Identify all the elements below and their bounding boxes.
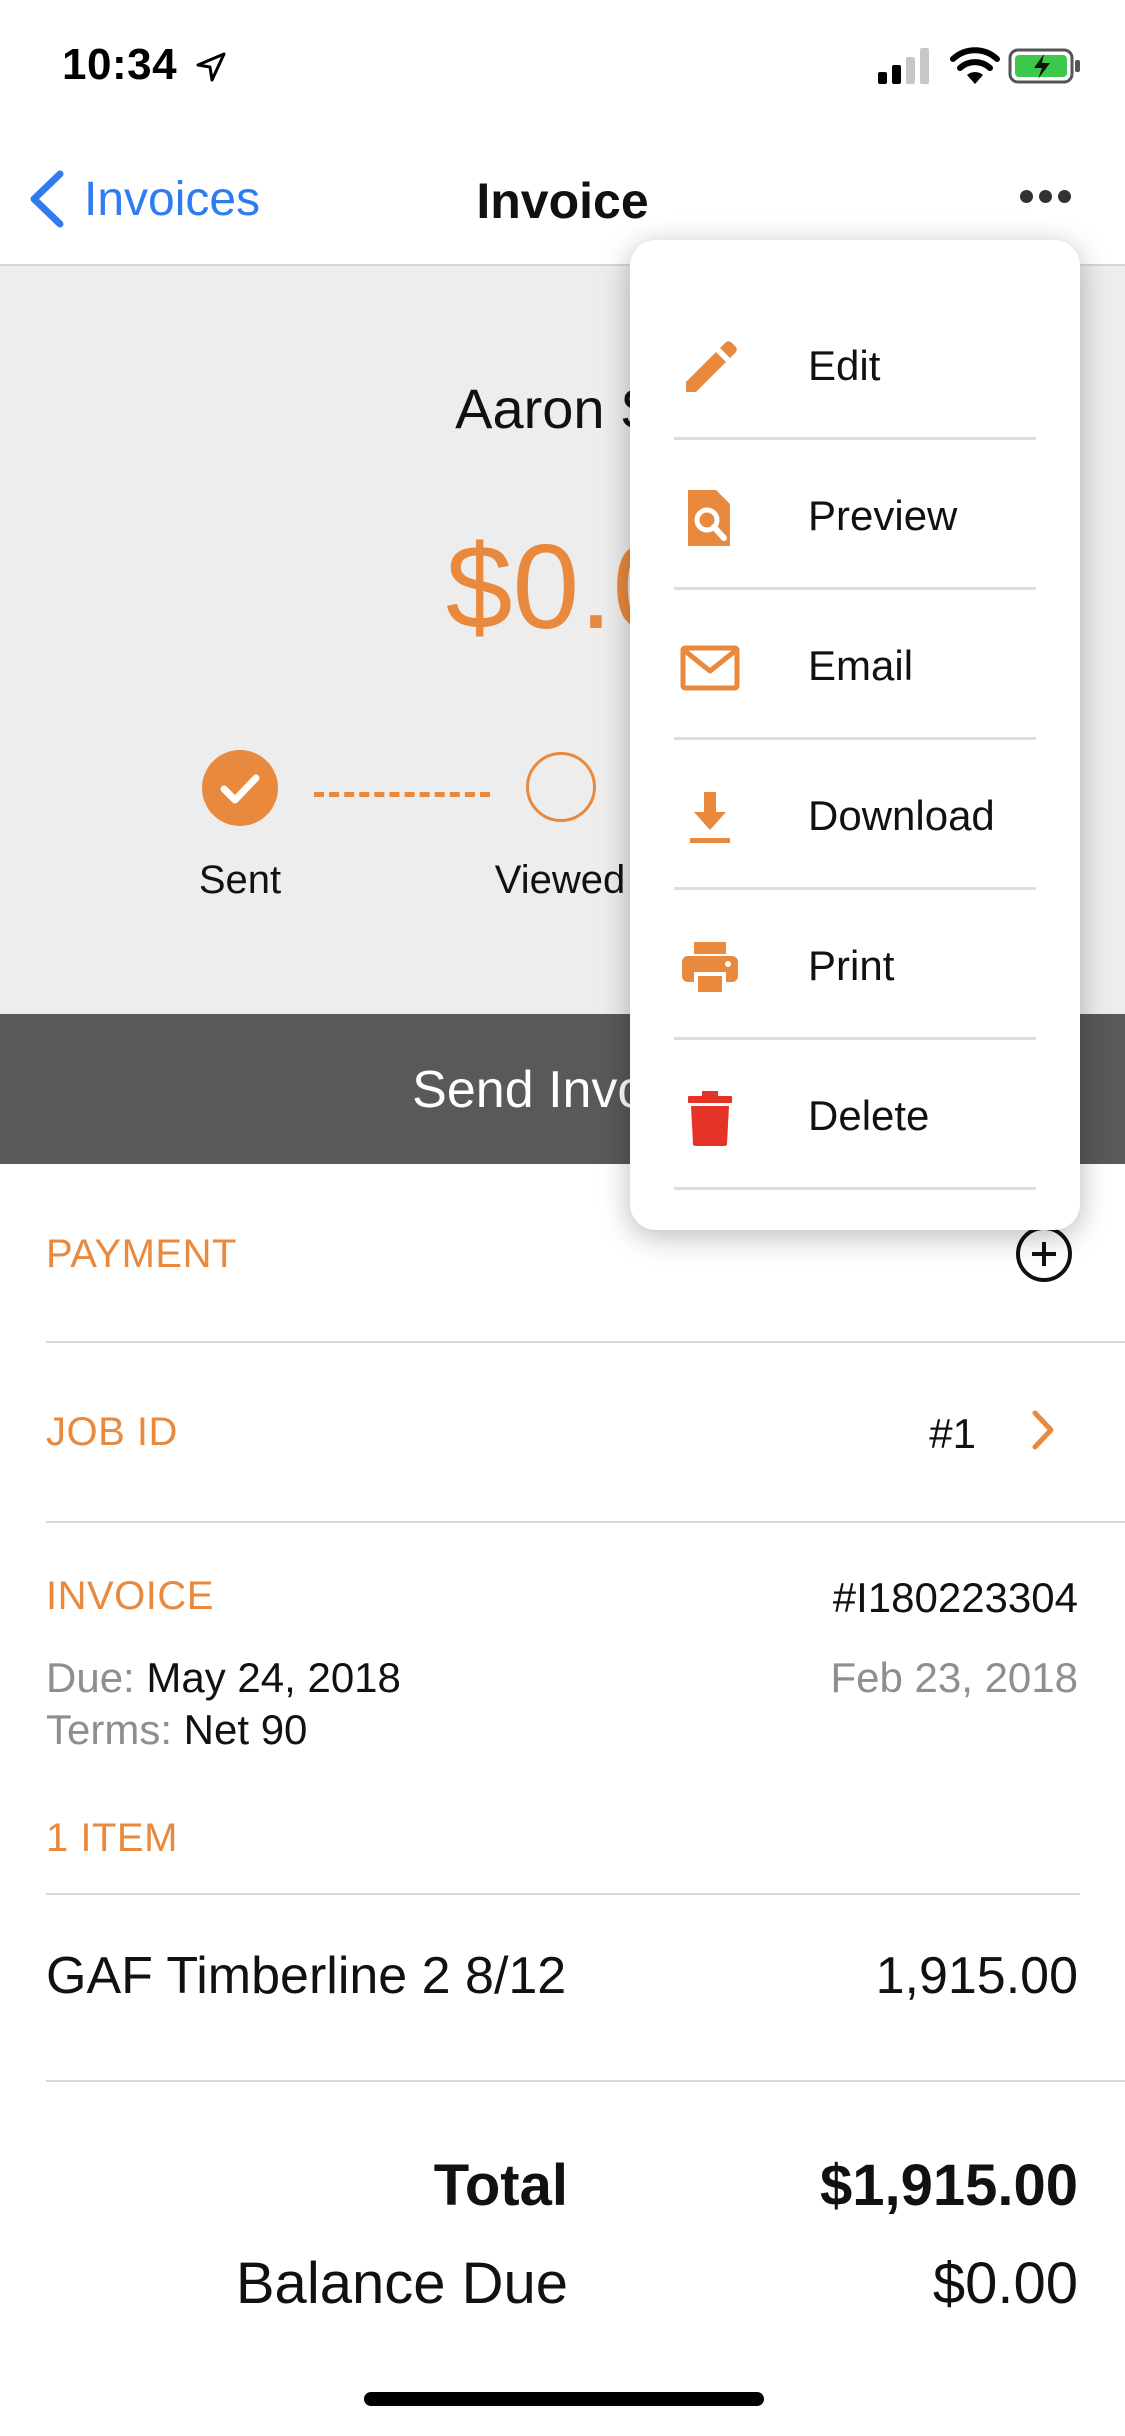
envelope-icon	[680, 645, 740, 691]
menu-item-label: Delete	[808, 1092, 930, 1139]
location-arrow-icon	[196, 52, 226, 82]
invoice-date: Feb 23, 2018	[830, 1654, 1078, 1701]
step-sent-check-icon	[202, 750, 278, 826]
invoice-label: INVOICE	[46, 1574, 214, 1618]
menu-item-label: Edit	[808, 342, 881, 389]
menu-item-edit[interactable]: Edit	[630, 290, 1080, 440]
menu-item-preview[interactable]: Preview	[630, 440, 1080, 590]
printer-icon	[682, 942, 738, 994]
terms-row: Terms: Net 90	[46, 1706, 307, 1754]
terms-label: Terms:	[46, 1706, 172, 1753]
more-dot-icon	[1020, 190, 1033, 203]
cellular-signal-icon	[878, 48, 929, 84]
balance-due-label: Balance Due	[235, 2251, 568, 2316]
job-id-value[interactable]: #1	[800, 1410, 976, 1458]
terms-value: Net 90	[183, 1706, 308, 1753]
document-search-icon	[688, 490, 730, 546]
divider	[46, 1893, 1080, 1895]
payment-label: PAYMENT	[46, 1232, 237, 1276]
more-options-button[interactable]	[1010, 176, 1080, 216]
divider	[46, 1521, 1125, 1523]
divider	[46, 2080, 1125, 2082]
wifi-icon	[950, 47, 1000, 84]
balance-due-value: $0.00	[932, 2251, 1078, 2316]
step-label-sent: Sent	[198, 858, 282, 902]
line-item-name[interactable]: GAF Timberline 2 8/12	[46, 1946, 566, 2006]
battery-charging-icon	[1008, 48, 1080, 84]
line-item-amount: 1,915.00	[875, 1947, 1078, 2005]
items-header: 1 ITEM	[46, 1816, 178, 1860]
trash-icon	[688, 1091, 732, 1146]
total-value: $1,915.00	[819, 2153, 1078, 2218]
step-viewed-circle-icon	[526, 752, 596, 822]
home-indicator[interactable]	[364, 2392, 764, 2406]
due-row: Due: May 24, 2018	[46, 1654, 401, 1702]
divider	[46, 1341, 1125, 1343]
menu-item-print[interactable]: Print	[630, 890, 1080, 1040]
due-label: Due:	[46, 1654, 135, 1701]
page-title: Invoice	[476, 173, 649, 229]
divider	[674, 1187, 1036, 1190]
invoice-number: #I180223304	[832, 1574, 1078, 1621]
status-time: 10:34	[62, 40, 178, 89]
download-icon	[690, 792, 730, 843]
menu-item-email[interactable]: Email	[630, 590, 1080, 740]
add-payment-button[interactable]	[1016, 1226, 1072, 1282]
menu-item-label: Print	[808, 942, 895, 989]
due-value: May 24, 2018	[146, 1654, 401, 1701]
menu-item-label: Download	[808, 792, 995, 839]
chevron-right-icon[interactable]	[1030, 1408, 1056, 1452]
more-dot-icon	[1058, 190, 1071, 203]
more-dot-icon	[1039, 190, 1052, 203]
job-id-label: JOB ID	[46, 1410, 178, 1454]
total-label: Total	[433, 2153, 568, 2218]
menu-item-label: Email	[808, 642, 914, 689]
menu-item-download[interactable]: Download	[630, 740, 1080, 890]
menu-item-label: Preview	[808, 492, 958, 539]
menu-item-delete[interactable]: Delete	[630, 1040, 1080, 1190]
pencil-icon	[686, 341, 737, 392]
actions-menu: Edit Preview Email Download Print Delete	[630, 240, 1080, 1230]
step-connector	[314, 792, 490, 797]
